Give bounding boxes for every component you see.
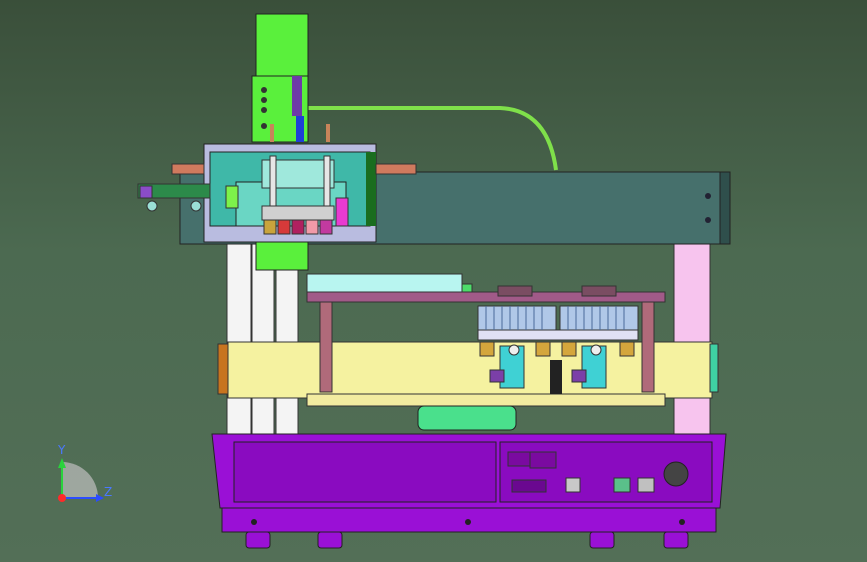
cad-viewport[interactable]: Y Z: [0, 0, 867, 562]
y-axis-label: Y: [57, 443, 66, 457]
dispense-nozzles: [261, 205, 335, 235]
base-cabinet: [211, 433, 727, 549]
green-handle: [417, 405, 517, 431]
z-axis-label: Z: [104, 485, 112, 499]
machine-model: Y Z: [57, 13, 731, 549]
axis-triad: Y Z: [57, 443, 112, 502]
right-support-column: [673, 243, 711, 437]
